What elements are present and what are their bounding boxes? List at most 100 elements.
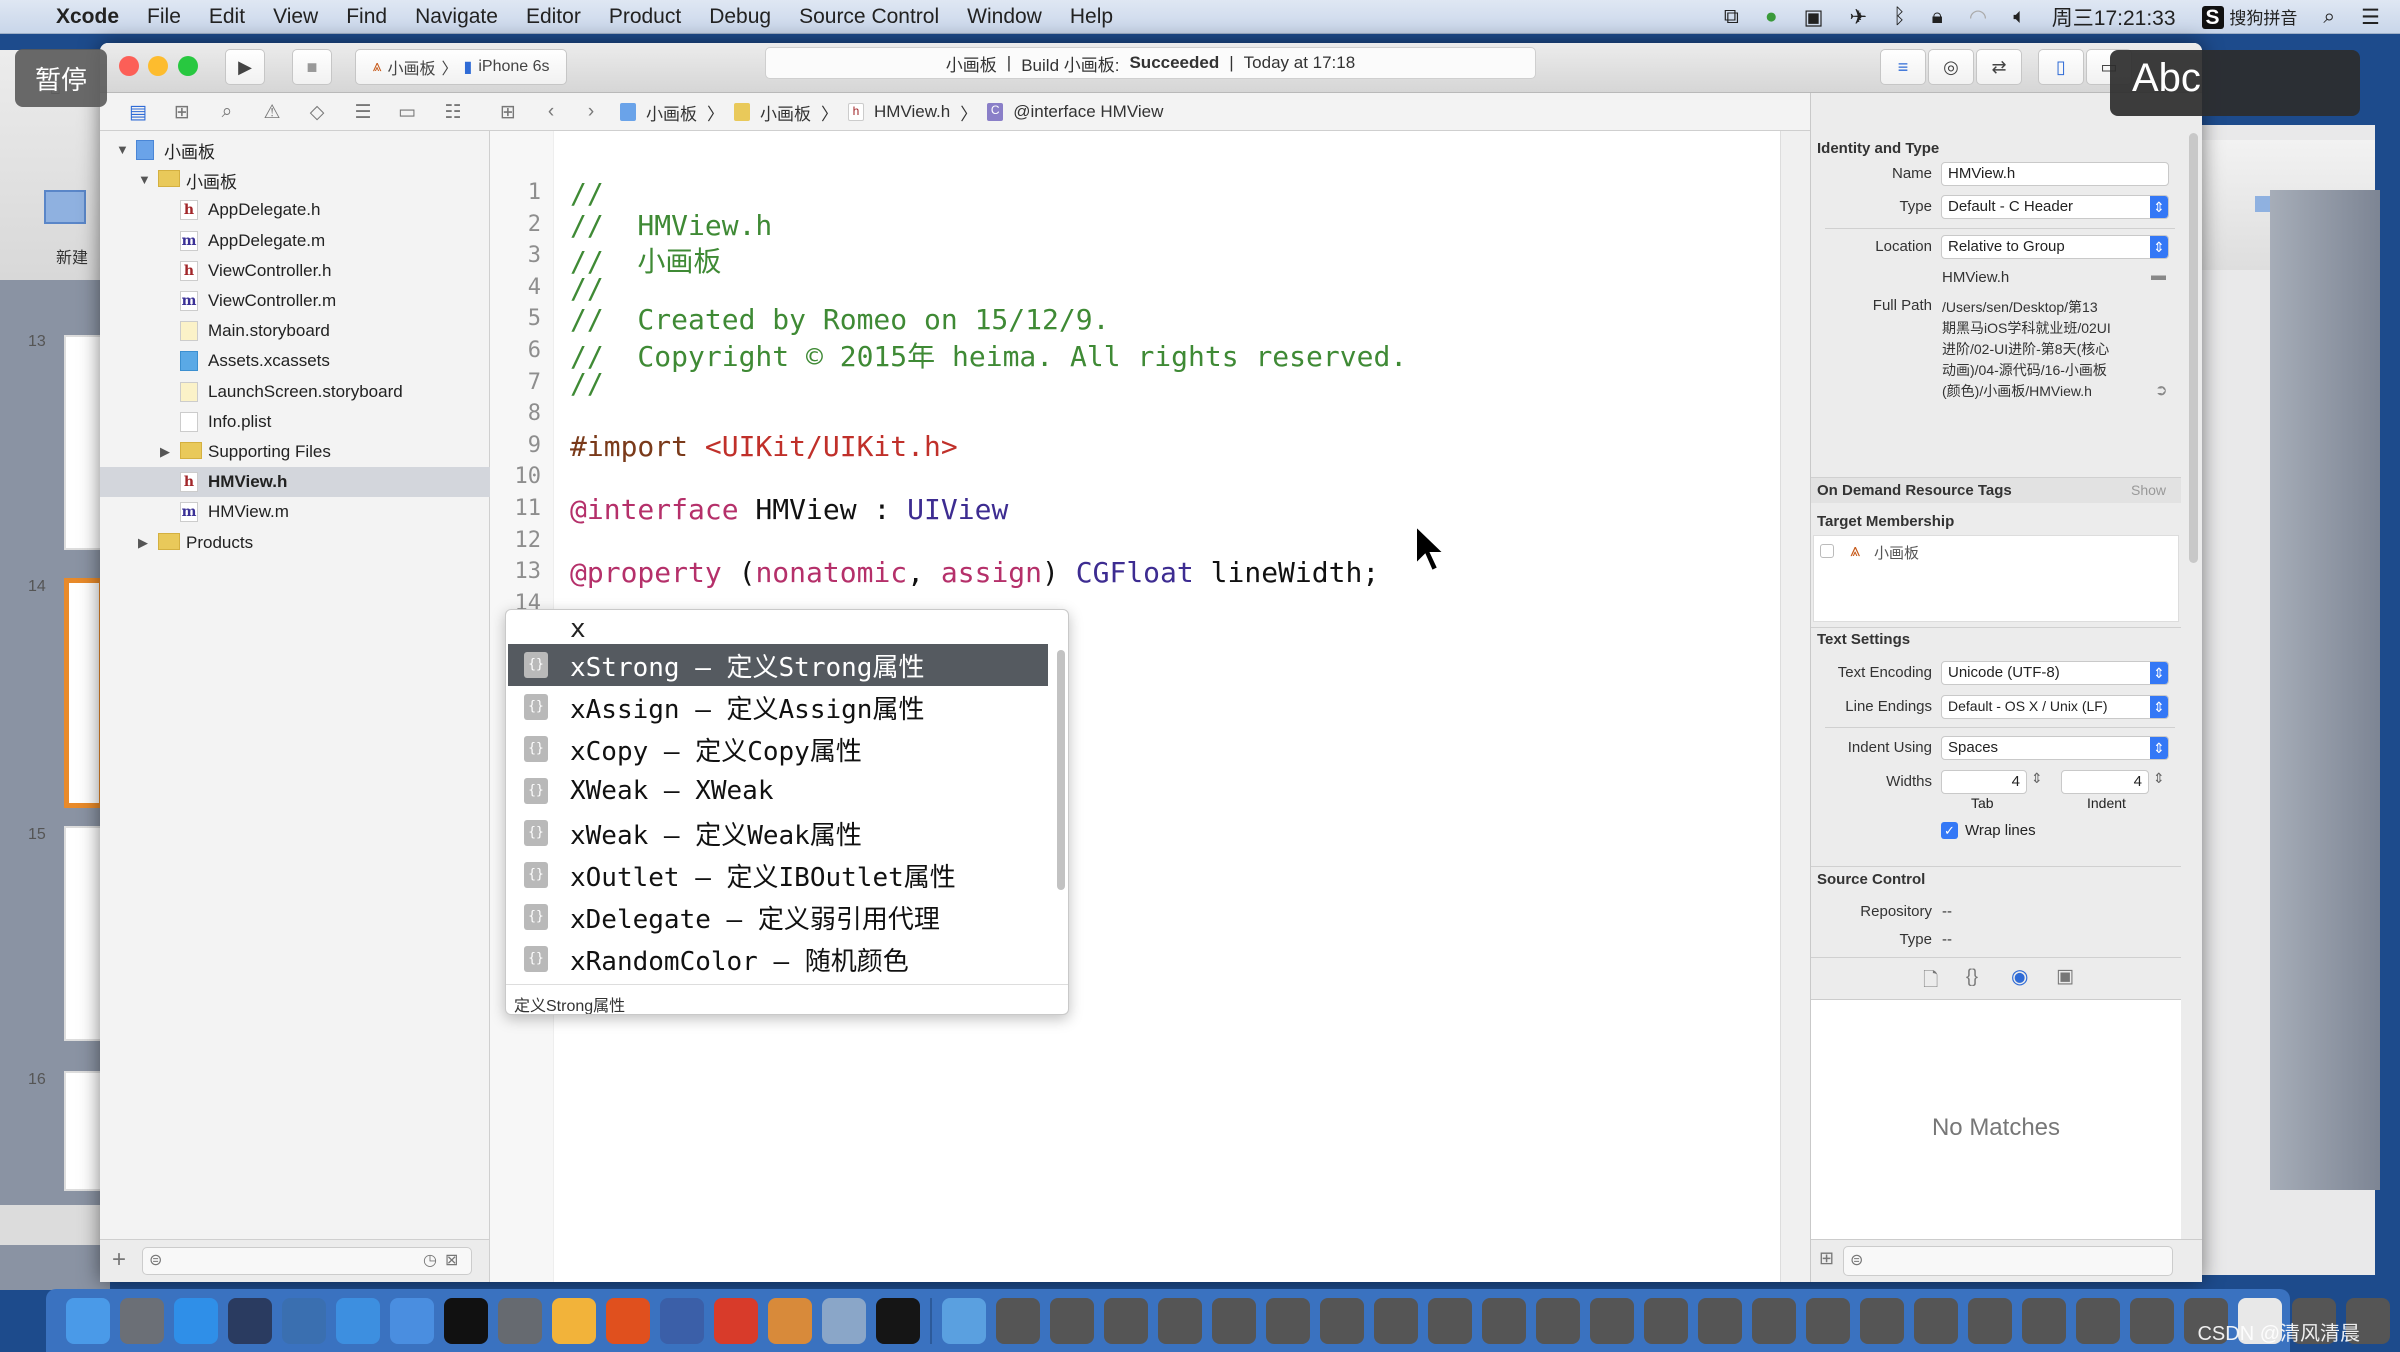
window-thumb-icon[interactable] bbox=[1644, 1297, 1688, 1344]
menu-view[interactable]: View bbox=[273, 5, 318, 29]
version-editor-button[interactable]: ⇄ bbox=[1976, 49, 2022, 85]
navigator-item[interactable]: LaunchScreen.storyboard bbox=[100, 377, 490, 407]
code-line[interactable]: // HMView.h bbox=[570, 209, 772, 242]
window-thumb-icon[interactable] bbox=[1860, 1297, 1904, 1344]
menu-debug[interactable]: Debug bbox=[709, 5, 771, 29]
console-icon[interactable] bbox=[876, 1297, 920, 1344]
wps-presentation-icon[interactable] bbox=[606, 1297, 650, 1344]
completion-item[interactable]: {} xCopy – 定义Copy属性 bbox=[508, 728, 1048, 770]
target-checkbox[interactable] bbox=[1820, 544, 1834, 558]
slide-thumbnail[interactable] bbox=[64, 335, 104, 550]
bluetooth-icon[interactable]: ᛒ bbox=[1893, 5, 1906, 29]
test-navigator-icon[interactable]: ◇ bbox=[305, 101, 329, 124]
completion-item[interactable]: {} xStrong – 定义Strong属性 bbox=[508, 644, 1048, 686]
breadcrumb-file[interactable]: HMView.h bbox=[874, 102, 950, 122]
file-template-library-icon[interactable]: 🗋︎ bbox=[1923, 966, 1938, 998]
system-preferences-icon[interactable] bbox=[498, 1297, 542, 1344]
navigator-item[interactable]: m HMView.m bbox=[100, 497, 490, 527]
issue-navigator-icon[interactable]: ⚠ bbox=[260, 101, 284, 124]
window-thumb-icon[interactable] bbox=[996, 1297, 1040, 1344]
menu-window[interactable]: Window bbox=[967, 5, 1042, 29]
library-filter-input[interactable]: ⊜ bbox=[1843, 1246, 2173, 1276]
safari-icon[interactable] bbox=[174, 1297, 218, 1344]
navigator-item[interactable]: ▼ 小画板 bbox=[100, 135, 490, 165]
camera-icon[interactable]: ▣ bbox=[1804, 5, 1824, 30]
type-select[interactable]: Default - C Header bbox=[1941, 195, 2169, 219]
window-thumb-icon[interactable] bbox=[1320, 1297, 1364, 1344]
quicktime-icon[interactable] bbox=[660, 1297, 704, 1344]
window-thumb-icon[interactable] bbox=[2076, 1297, 2120, 1344]
report-navigator-icon[interactable]: ☷ bbox=[441, 101, 465, 124]
navigator-filter-input[interactable]: ⊜ ◷ ⊠ bbox=[142, 1247, 472, 1275]
window-thumb-icon[interactable] bbox=[1752, 1297, 1796, 1344]
line-endings-select[interactable]: Default - OS X / Unix (LF) bbox=[1941, 695, 2169, 719]
navigator-item[interactable]: m AppDelegate.m bbox=[100, 226, 490, 256]
zoom-window-button[interactable] bbox=[178, 56, 198, 76]
screen-mirror-icon[interactable]: ⧉ bbox=[1724, 5, 1739, 29]
tab-width-stepper[interactable]: ⇕ bbox=[2031, 770, 2043, 787]
completion-item[interactable]: {} xOutlet – 定义IBOutlet属性 bbox=[508, 854, 1048, 896]
navigator-item[interactable]: h HMView.h bbox=[100, 467, 490, 498]
slide-thumbnail[interactable] bbox=[64, 1071, 104, 1191]
lock-icon[interactable]: 🔒︎ bbox=[1932, 5, 1943, 29]
mouse-app-icon[interactable] bbox=[228, 1297, 272, 1344]
inspector-scrollbar[interactable] bbox=[2189, 133, 2198, 563]
airplane-icon[interactable]: ✈ bbox=[1849, 5, 1867, 30]
window-thumb-icon[interactable] bbox=[1158, 1297, 1202, 1344]
media-library-icon[interactable]: ▣ bbox=[2056, 965, 2074, 988]
recorder-status-icon[interactable]: ● bbox=[1765, 5, 1778, 29]
scheme-selector[interactable]: ⩓ 小画板 〉 ▮ iPhone 6s bbox=[355, 49, 567, 85]
photo-slideshow-icon[interactable] bbox=[282, 1297, 326, 1344]
indent-width-field[interactable]: 4 bbox=[2061, 770, 2149, 794]
text-encoding-select[interactable]: Unicode (UTF-8) bbox=[1941, 661, 2169, 685]
breadcrumb-group[interactable]: 小画板 bbox=[760, 100, 811, 125]
menu-help[interactable]: Help bbox=[1070, 5, 1113, 29]
minimize-window-button[interactable] bbox=[148, 56, 168, 76]
navigator-item[interactable]: ▶ Products bbox=[100, 528, 490, 558]
sketch-icon[interactable] bbox=[552, 1297, 596, 1344]
indent-using-select[interactable]: Spaces bbox=[1941, 736, 2169, 760]
show-button[interactable]: Show bbox=[2131, 482, 2166, 498]
terminal-icon[interactable] bbox=[444, 1297, 488, 1344]
location-select[interactable]: Relative to Group bbox=[1941, 235, 2169, 259]
wifi-icon[interactable]: ◠ bbox=[1969, 5, 1987, 30]
code-line[interactable]: #import <UIKit/UIKit.h> bbox=[570, 430, 958, 463]
menu-edit[interactable]: Edit bbox=[209, 5, 245, 29]
menu-file[interactable]: File bbox=[147, 5, 181, 29]
notebook-icon[interactable] bbox=[768, 1297, 812, 1344]
recent-files-icon[interactable]: ◷ bbox=[423, 1250, 437, 1270]
completion-item[interactable]: {} XWeak – XWeak bbox=[508, 770, 1048, 812]
toggle-navigator-button[interactable]: ▯ bbox=[2038, 49, 2084, 85]
code-snippet-library-icon[interactable]: {} bbox=[1966, 966, 1978, 987]
completion-item[interactable]: {} xWeak – 定义Weak属性 bbox=[508, 812, 1048, 854]
window-thumb-icon[interactable] bbox=[1212, 1297, 1256, 1344]
xcode-icon[interactable] bbox=[336, 1297, 380, 1344]
spotlight-icon[interactable]: ⌕ bbox=[2323, 5, 2335, 29]
notification-center-icon[interactable]: ☰ bbox=[2361, 5, 2380, 30]
slide-thumbnail[interactable] bbox=[64, 826, 104, 1041]
related-items-icon[interactable]: ⊞ bbox=[496, 101, 520, 124]
source-control-filter-icon[interactable]: ⊠ bbox=[445, 1250, 458, 1270]
menu-app[interactable]: Xcode bbox=[56, 5, 119, 29]
volume-icon[interactable]: 🔈︎ bbox=[2013, 5, 2026, 29]
disclosure-closed-icon[interactable]: ▶ bbox=[160, 444, 170, 460]
reveal-in-finder-icon[interactable]: ➲ bbox=[2155, 381, 2168, 399]
window-thumb-icon[interactable] bbox=[2022, 1297, 2066, 1344]
standard-editor-button[interactable]: ≡ bbox=[1880, 49, 1926, 85]
recorder-icon[interactable] bbox=[942, 1297, 986, 1344]
run-button[interactable]: ▶ bbox=[225, 49, 265, 85]
navigator-item[interactable]: Info.plist bbox=[100, 407, 490, 437]
code-line[interactable]: // bbox=[570, 367, 604, 400]
window-thumb-icon[interactable] bbox=[1104, 1297, 1148, 1344]
disclosure-open-icon[interactable]: ▼ bbox=[116, 142, 129, 157]
preview-icon[interactable] bbox=[822, 1297, 866, 1344]
back-icon[interactable]: ‹ bbox=[539, 101, 563, 123]
debug-navigator-icon[interactable]: ☰ bbox=[351, 101, 375, 124]
stop-button[interactable]: ■ bbox=[292, 49, 332, 85]
navigator-item[interactable]: ▶ Supporting Files bbox=[100, 437, 490, 467]
window-thumb-icon[interactable] bbox=[1590, 1297, 1634, 1344]
disclosure-closed-icon[interactable]: ▶ bbox=[138, 535, 148, 551]
window-thumb-icon[interactable] bbox=[1914, 1297, 1958, 1344]
window-thumb-icon[interactable] bbox=[1968, 1297, 2012, 1344]
navigator-item[interactable]: Assets.xcassets bbox=[100, 346, 490, 376]
